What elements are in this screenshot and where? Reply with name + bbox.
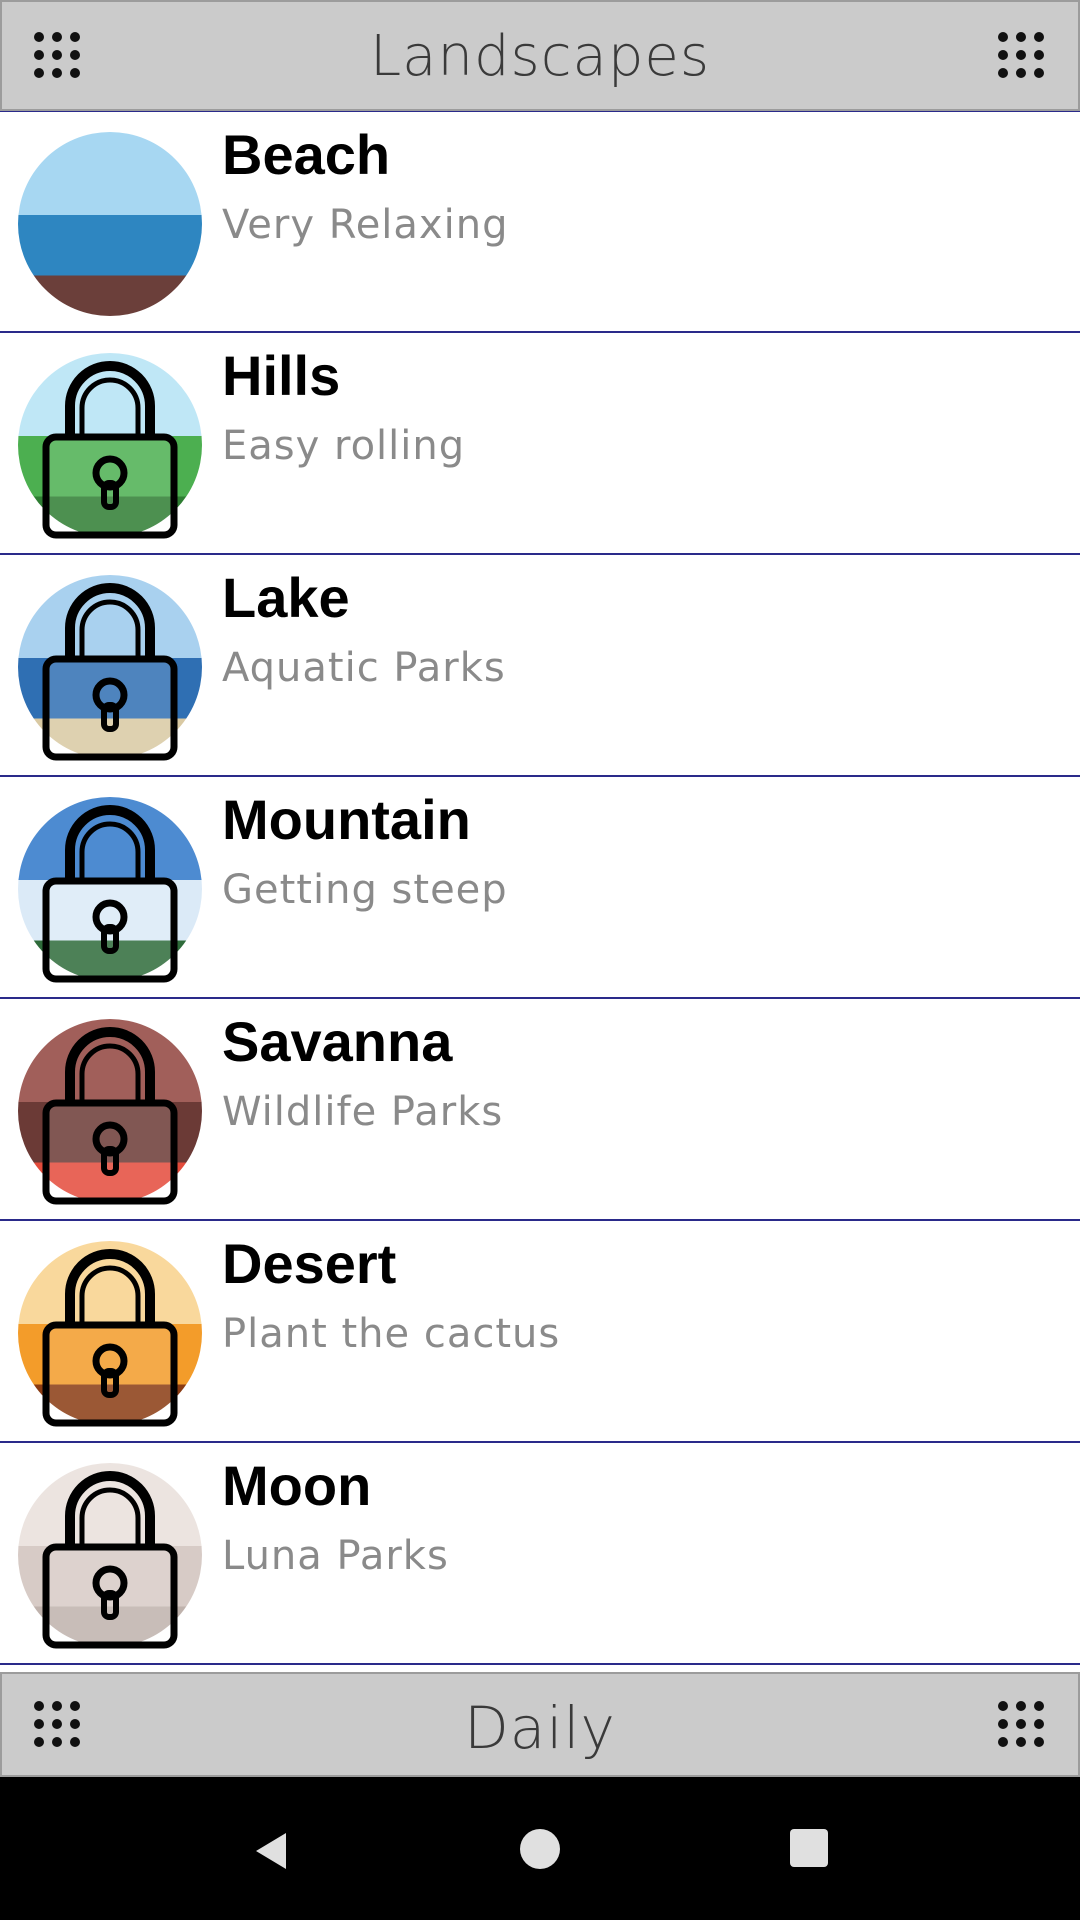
item-subtitle: Getting steep [222, 867, 508, 913]
list-item[interactable]: Savanna Wildlife Parks [0, 999, 1080, 1221]
item-subtitle: Wildlife Parks [222, 1089, 504, 1135]
list-item[interactable]: Desert Plant the cactus [0, 1221, 1080, 1443]
item-title: Moon [222, 1454, 372, 1517]
padlock-icon [42, 1027, 178, 1205]
item-subtitle: Very Relaxing [222, 202, 509, 248]
item-title: Lake [222, 566, 350, 629]
back-icon[interactable] [250, 1829, 294, 1873]
system-navigation-bar [0, 1777, 1080, 1920]
list-item[interactable]: Hills Easy rolling [0, 333, 1080, 555]
item-title: Hills [222, 344, 341, 407]
landscape-list: Beach Very Relaxing Hills Easy rolling Lake A… [0, 111, 1080, 1665]
list-item[interactable]: Moon Luna Parks [0, 1443, 1080, 1665]
item-title: Desert [222, 1232, 397, 1295]
list-item[interactable]: Mountain Getting steep [0, 777, 1080, 999]
item-title: Mountain [222, 788, 471, 851]
bottom-bar: Daily [0, 1672, 1080, 1777]
list-item[interactable]: Beach Very Relaxing [0, 111, 1080, 333]
item-subtitle: Easy rolling [222, 423, 466, 469]
padlock-icon [42, 805, 178, 983]
padlock-icon [42, 1249, 178, 1427]
item-title: Beach [222, 123, 391, 186]
grid-menu-icon[interactable] [998, 32, 1046, 80]
daily-title[interactable]: Daily [2, 1694, 1078, 1762]
top-bar: Landscapes [0, 0, 1080, 111]
padlock-icon [42, 583, 178, 761]
recent-apps-icon[interactable] [790, 1829, 828, 1867]
item-title: Savanna [222, 1010, 453, 1073]
padlock-icon [42, 1471, 178, 1649]
list-item[interactable]: Lake Aquatic Parks [0, 555, 1080, 777]
padlock-icon [42, 361, 178, 539]
page-title: Landscapes [369, 24, 710, 89]
landscape-thumbnail [18, 132, 202, 316]
grid-menu-icon[interactable] [998, 1701, 1046, 1749]
item-subtitle: Luna Parks [222, 1533, 449, 1579]
item-subtitle: Plant the cactus [222, 1311, 561, 1357]
home-icon[interactable] [520, 1829, 560, 1869]
item-subtitle: Aquatic Parks [222, 645, 506, 691]
